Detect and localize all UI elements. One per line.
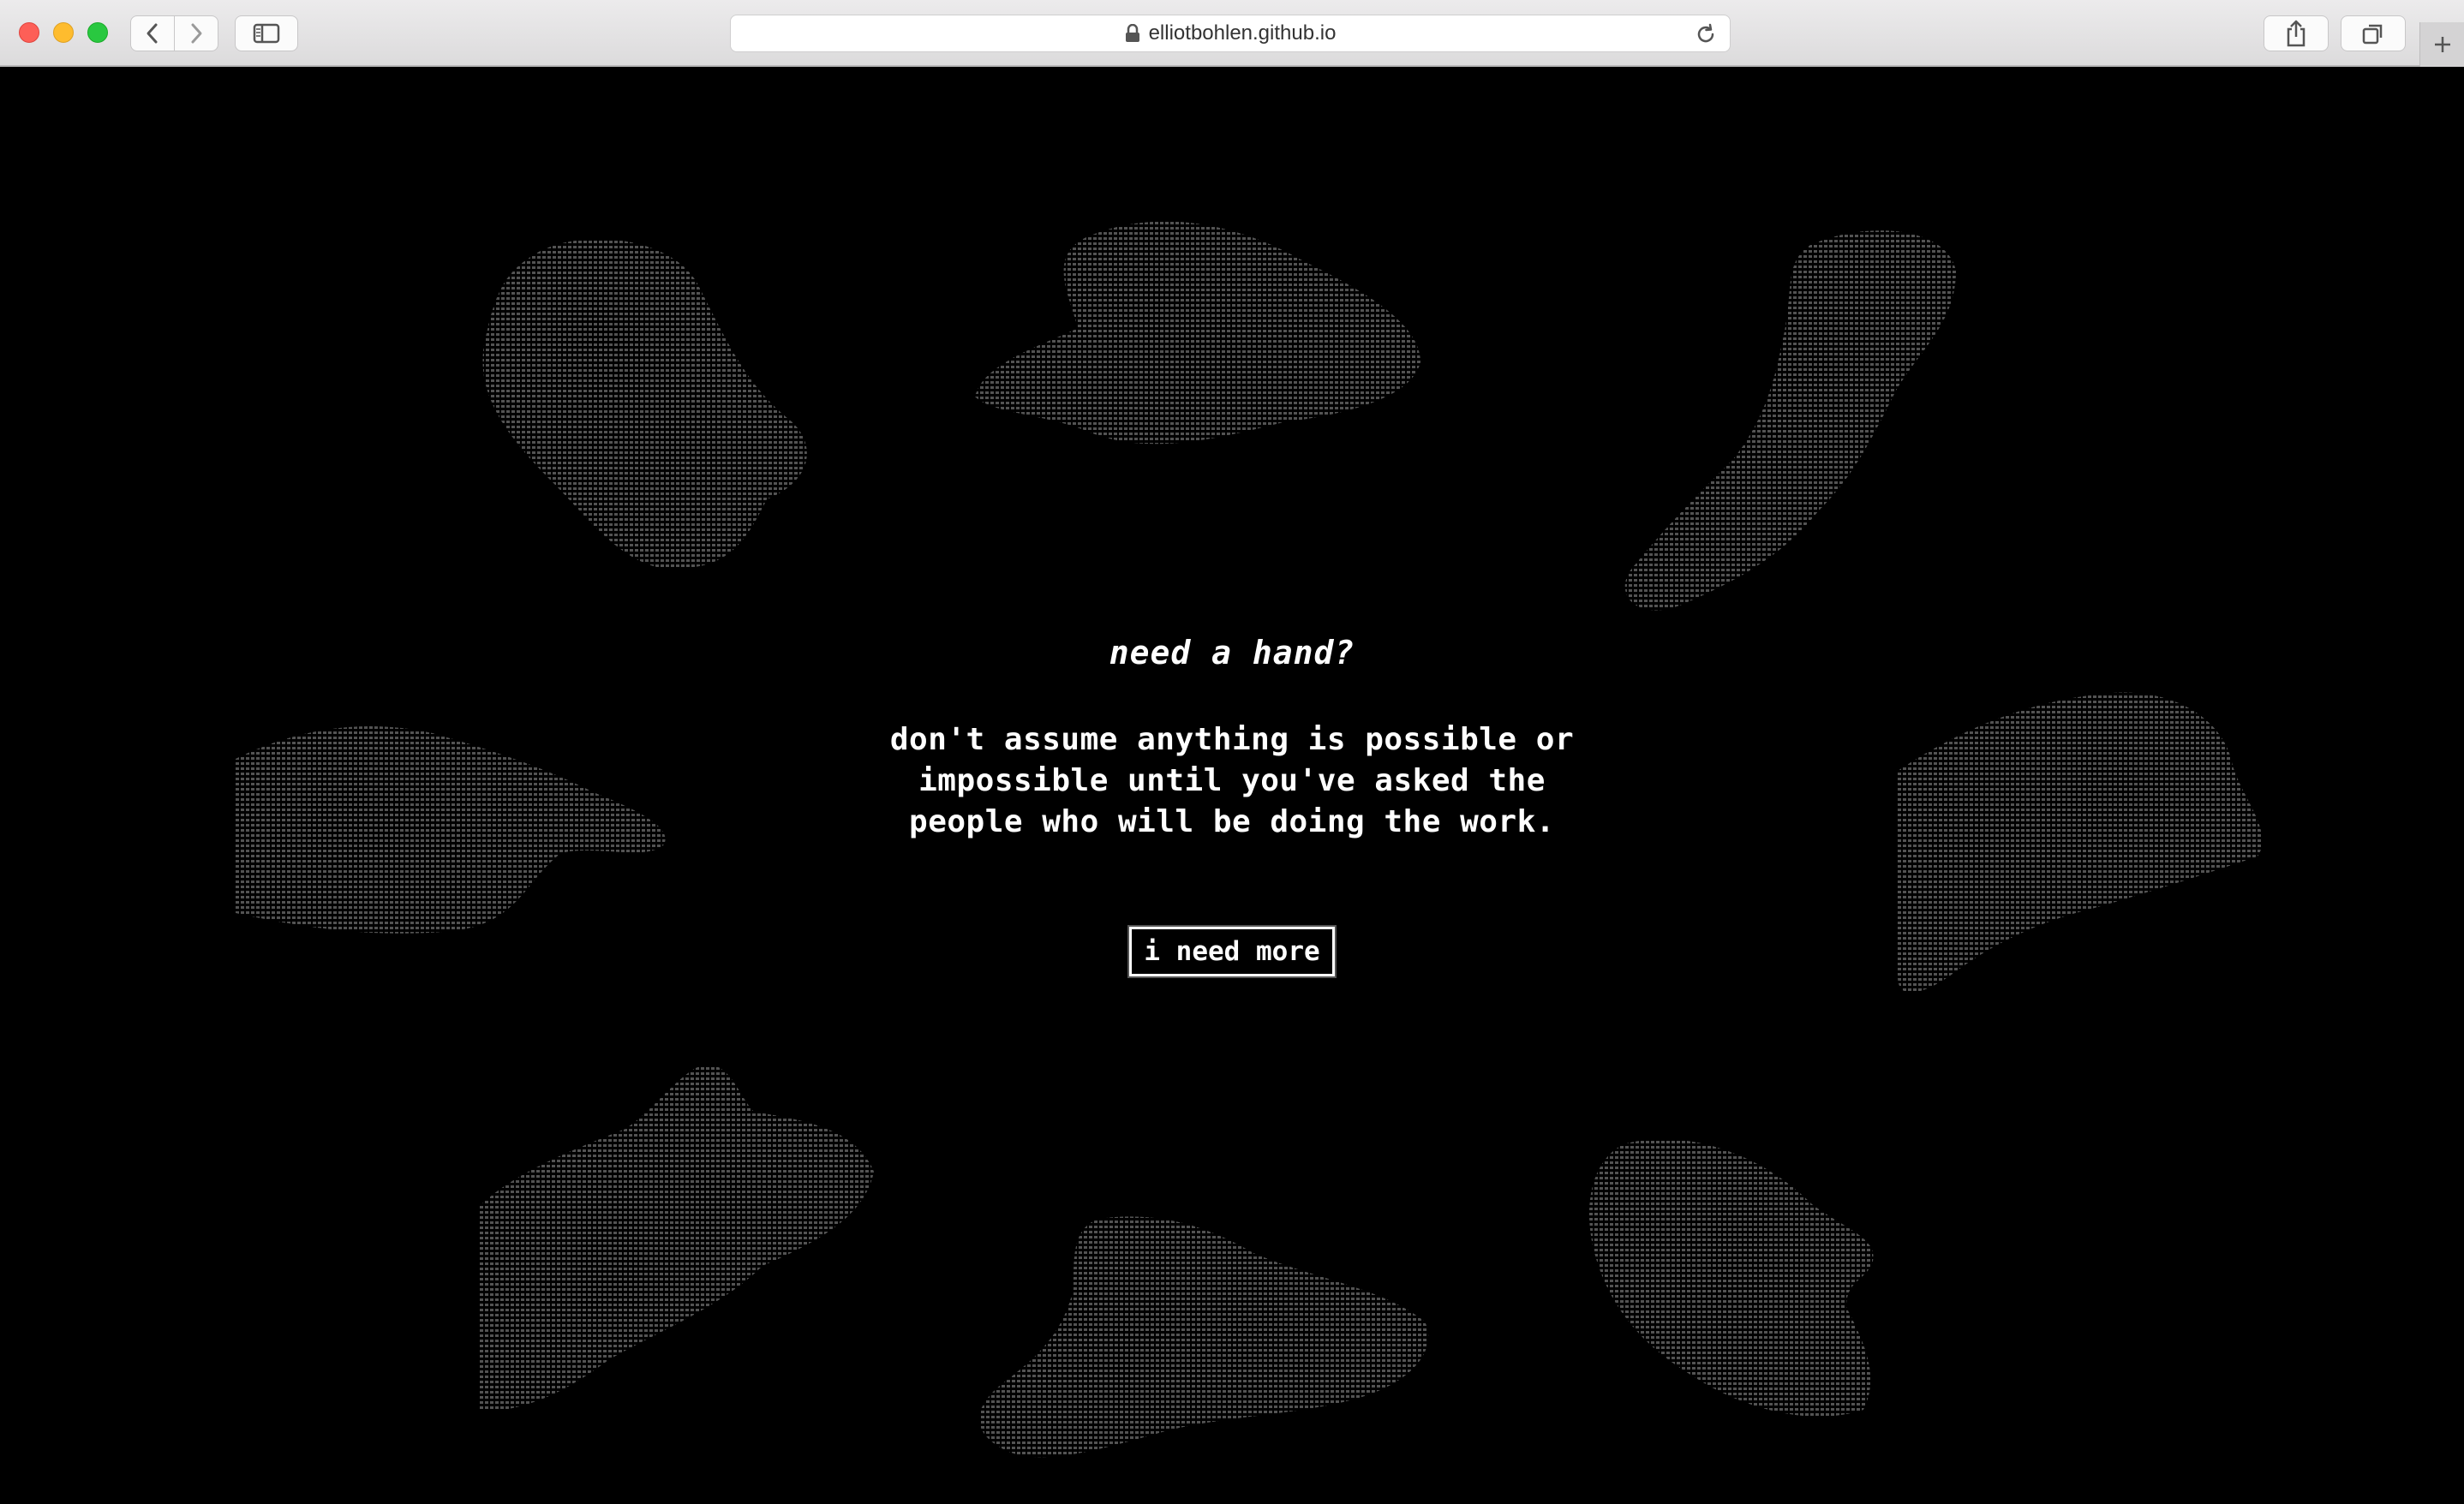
tabs-icon	[2362, 24, 2383, 45]
ascii-hand-image	[1589, 1138, 1874, 1417]
ascii-hand-image	[1624, 230, 1956, 611]
reload-icon[interactable]	[1694, 22, 1718, 46]
plus-icon	[2435, 37, 2450, 52]
browser-toolbar: elliotbohlen.github.io	[0, 0, 2464, 67]
maximize-window-button[interactable]	[87, 22, 108, 43]
ascii-hand-image	[480, 1065, 874, 1411]
tab-overview-button[interactable]	[2341, 15, 2406, 51]
sidebar-toggle-button[interactable]	[235, 15, 298, 51]
address-bar[interactable]: elliotbohlen.github.io	[730, 15, 1731, 52]
ascii-hand-image	[975, 221, 1420, 445]
page-content: need a hand? don't assume anything is po…	[0, 67, 2464, 1504]
new-tab-button[interactable]	[2419, 22, 2464, 67]
sidebar-icon	[253, 23, 280, 44]
i-need-more-button[interactable]: i need more	[1129, 927, 1335, 976]
address-display: elliotbohlen.github.io	[731, 15, 1730, 51]
forward-button[interactable]	[174, 15, 218, 51]
lock-icon	[1125, 24, 1139, 42]
hero-content: need a hand? don't assume anything is po…	[0, 634, 2464, 976]
url-text: elliotbohlen.github.io	[1148, 21, 1337, 45]
close-window-button[interactable]	[19, 22, 39, 43]
share-button[interactable]	[2264, 15, 2329, 51]
chevron-right-icon	[191, 23, 202, 44]
ascii-hand-image	[482, 239, 807, 569]
quote-text: don't assume anything is possible or imp…	[889, 722, 1575, 839]
chevron-left-icon	[147, 23, 158, 44]
back-button[interactable]	[130, 15, 175, 51]
page-headline: need a hand?	[1109, 634, 1355, 671]
share-icon	[2287, 20, 2306, 47]
minimize-window-button[interactable]	[53, 22, 74, 43]
ascii-hand-image	[979, 1216, 1429, 1458]
